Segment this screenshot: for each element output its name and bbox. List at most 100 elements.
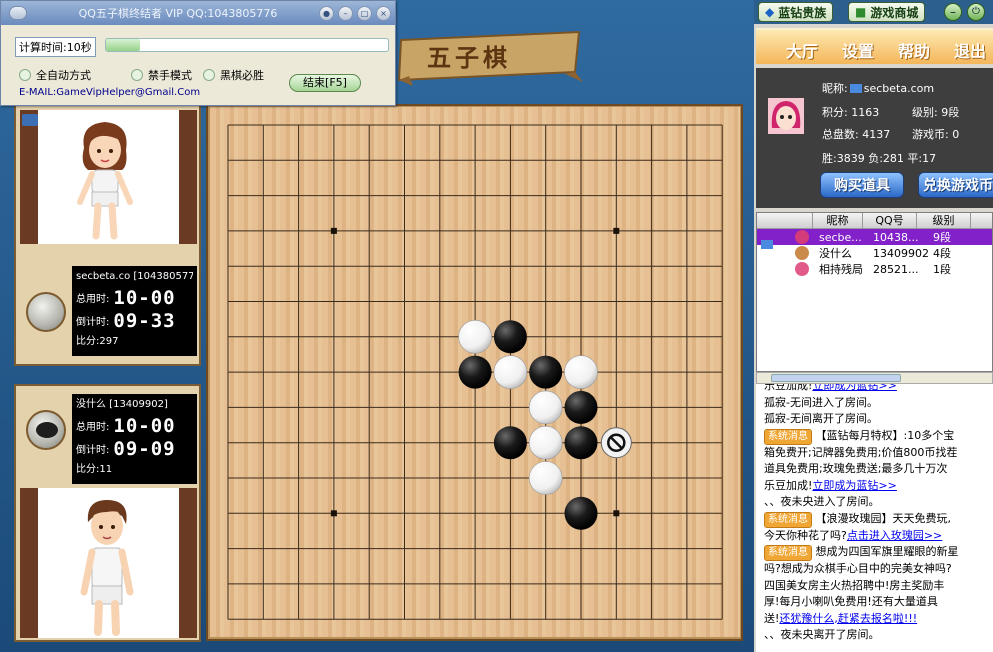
buy-items-button[interactable]: 购买道具 <box>820 172 904 198</box>
chat-link-signup[interactable]: 还犹豫什么,赶紧去报名啦!!! <box>779 612 917 625</box>
forbidden-move-cursor-icon <box>600 427 632 459</box>
shop-icon: ■ <box>855 5 867 19</box>
chat-line: 孤寂-无间离开了房间。 <box>764 412 878 425</box>
chat-line: 、、夜未央进入了房间。 <box>764 495 880 508</box>
option-forbidden[interactable]: 禁手模式 <box>131 67 192 83</box>
black-stone-bowl-icon <box>26 410 66 450</box>
helper-title: QQ五子棋终结者 VIP QQ:1043805776 <box>78 7 278 20</box>
player1-countdown-label: 倒计时: <box>76 317 110 328</box>
col-nickname[interactable]: 昵称 <box>813 213 863 228</box>
chat-line: 吗?想成为众棋手心目中的完美女神吗? <box>764 562 952 575</box>
star-point <box>613 227 620 234</box>
option-black-win[interactable]: 黑棋必胜 <box>203 67 264 83</box>
chat-line: 、、夜未央离开了房间。 <box>764 628 880 641</box>
player2-info: 没什么 [13409902] 总用时: 10-00 倒计时: 09-09 比分:11 <box>72 394 197 484</box>
player2-score: 比分:11 <box>76 464 113 475</box>
user-avatar-icon <box>795 262 809 276</box>
minimize-icon[interactable]: – <box>338 5 353 21</box>
system-message-tag: 系统消息 <box>764 511 812 528</box>
col-qq[interactable]: QQ号 <box>863 213 917 228</box>
col-level[interactable]: 级别 <box>917 213 971 228</box>
radio-black-win-icon[interactable] <box>203 69 215 81</box>
player-list-header: 昵称 QQ号 级别 <box>757 213 992 229</box>
main-menu: 大厅 设置 帮助 退出 <box>756 28 993 64</box>
option-forbidden-label: 禁手模式 <box>148 69 192 82</box>
chat-line: 道具免费用;玫瑰免费送;最多几十万次 <box>764 462 948 475</box>
helper-menu-button[interactable] <box>9 6 27 20</box>
white-stone <box>528 461 563 495</box>
nickname-value: secbeta.com <box>863 81 935 95</box>
close-icon[interactable]: × <box>376 5 391 21</box>
maximize-icon[interactable]: □ <box>357 5 372 21</box>
chat-log: 乐豆加成!立即成为蓝钻>> 孤寂-无间进入了房间。 孤寂-无间离开了房间。 系统… <box>756 384 993 652</box>
radio-forbidden-icon[interactable] <box>131 69 143 81</box>
banner-title: 五子棋 <box>427 43 511 72</box>
list-horizontal-scrollbar[interactable] <box>756 372 993 384</box>
game-title-banner: 五子棋 <box>395 30 585 86</box>
gomoku-board[interactable] <box>210 107 740 637</box>
player1-countdown: 09-33 <box>113 309 176 332</box>
player-list-row[interactable]: 相持残局 28521... 1段 <box>757 261 992 277</box>
white-stone <box>493 355 528 389</box>
player-list-row[interactable]: 没什么 13409902 4段 <box>757 245 992 261</box>
menu-hall[interactable]: 大厅 <box>786 38 818 62</box>
profile-panel: 昵称: secbeta.com 积分: 1163 级别: 9段 总盘数: 413… <box>756 68 993 208</box>
player1-name: secbeta.co [1043805776] <box>76 271 193 282</box>
player2-avatar <box>80 500 134 636</box>
row-qq: 10438... <box>873 230 919 244</box>
chat-link-rose[interactable]: 点击进入玫瑰园>> <box>847 529 942 542</box>
black-stone <box>564 496 598 530</box>
exchange-coins-button[interactable]: 兑换游戏币 <box>918 172 993 198</box>
chat-line: 四国美女房主火热招聘中!房主奖励丰 <box>764 578 945 592</box>
minimize-icon[interactable]: – <box>944 3 962 21</box>
player2-total-label: 总用时: <box>76 422 110 433</box>
radio-auto-icon[interactable] <box>19 69 31 81</box>
chat-link-vip[interactable]: 立即成为蓝钻>> <box>812 384 896 392</box>
vip-diamond-icon <box>22 114 38 126</box>
chat-line: 想成为四国军旗里耀眼的新星 <box>815 545 959 558</box>
menu-exit[interactable]: 退出 <box>954 38 986 62</box>
chat-link-vip[interactable]: 立即成为蓝钻>> <box>812 479 896 492</box>
white-stone-bowl-icon <box>26 292 66 332</box>
scrollbar-thumb[interactable] <box>771 374 901 382</box>
top-button-bar: ◆ 蓝钻贵族 ■ 游戏商城 – ⏻ <box>754 0 993 24</box>
black-stone <box>564 390 598 424</box>
shop-button[interactable]: ■ 游戏商城 <box>848 2 926 22</box>
chat-line: 送! <box>764 611 780 625</box>
black-stone <box>493 426 527 460</box>
helper-titlebar[interactable]: QQ五子棋终结者 VIP QQ:1043805776 ● – □ × <box>1 1 395 25</box>
pin-icon[interactable]: ● <box>319 5 334 21</box>
game-coins: 游戏币: 0 <box>912 128 960 141</box>
calc-time-field[interactable]: 计算时间:10秒 <box>15 37 96 57</box>
row-level: 1段 <box>933 263 951 276</box>
calc-progress-bar <box>105 38 389 52</box>
total-games: 总盘数: 4137 <box>822 128 891 141</box>
board-grid[interactable] <box>210 107 740 637</box>
end-button[interactable]: 结束[F5] <box>289 74 361 92</box>
option-black-win-label: 黑棋必胜 <box>220 69 264 82</box>
black-stone <box>493 320 527 354</box>
white-stone <box>564 355 598 389</box>
power-icon[interactable]: ⏻ <box>967 3 985 21</box>
black-stone <box>564 426 598 460</box>
player-list-row[interactable]: secbe... 10438... 9段 <box>757 229 992 249</box>
player2-panel: 没什么 [13409902] 总用时: 10-00 倒计时: 09-09 比分:11 <box>14 384 201 642</box>
menu-help[interactable]: 帮助 <box>898 38 930 62</box>
row-qq: 28521... <box>873 262 919 276</box>
nickname-label: 昵称: <box>822 82 848 95</box>
white-stone <box>528 425 563 460</box>
star-point <box>330 227 337 234</box>
row-qq: 13409902 <box>873 246 929 260</box>
player1-total-label: 总用时: <box>76 294 110 305</box>
helper-window: QQ五子棋终结者 VIP QQ:1043805776 ● – □ × 计算时间:… <box>0 0 396 106</box>
vip-button[interactable]: ◆ 蓝钻贵族 <box>758 2 834 22</box>
row-level: 9段 <box>933 231 951 244</box>
menu-settings[interactable]: 设置 <box>842 38 874 62</box>
player2-name: 没什么 [13409902] <box>76 399 168 410</box>
chat-line: 【蓝钻每月特权】:10多个宝 <box>815 428 955 442</box>
white-stone <box>458 320 492 354</box>
option-auto[interactable]: 全自动方式 <box>19 67 91 83</box>
vip-diamond-icon <box>849 83 862 93</box>
player1-info: secbeta.co [1043805776] 总用时: 10-00 倒计时: 09… <box>72 266 197 356</box>
chat-line: 今天你种花了吗? <box>764 528 847 542</box>
